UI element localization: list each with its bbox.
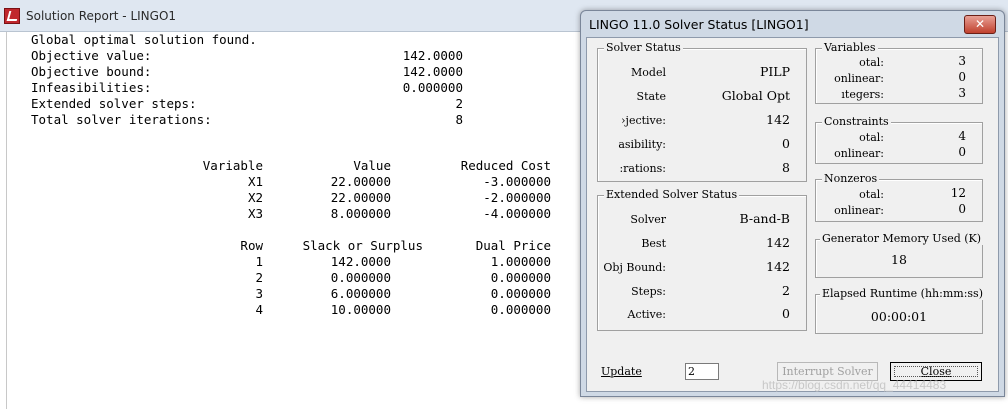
row-dual-price: 1.000000: [490, 254, 551, 269]
extended-label-solver: Solver: [630, 213, 666, 226]
lingo-app-icon: [4, 8, 20, 24]
status-label-infeasibility: asibility:: [618, 138, 666, 151]
extended-value-obj-bound: 142: [766, 259, 790, 274]
generator-memory-group: Generator Memory Used (K) 18: [815, 232, 984, 278]
extended-label-steps: Steps:: [631, 285, 666, 298]
status-value-model: PILP: [759, 64, 790, 79]
variable-reduced-cost: -3.000000: [483, 174, 551, 189]
group-label: Solver Status: [604, 41, 683, 54]
row-dual-price: 0.000000: [490, 270, 551, 285]
variable-name: X1: [247, 174, 263, 189]
dialog-title: LINGO 11.0 Solver Status [LINGO1]: [589, 17, 809, 32]
constraints-label-nonlinear: onlinear:: [834, 147, 884, 160]
nonzeros-value-total: 12: [950, 186, 966, 200]
nonzeros-label-total: otal:: [859, 188, 884, 201]
status-label-iterations: :rations:: [619, 162, 666, 175]
nonzeros-value-nonlinear: 0: [958, 202, 966, 216]
group-label: Variables: [822, 41, 878, 54]
constraints-group: Constraints otal: 4 onlinear: 0: [815, 115, 983, 164]
variables-label-total: otal:: [859, 56, 884, 69]
status-value-infeasibility: 0: [782, 136, 790, 151]
summary-value-objective-value: 142.0000: [402, 48, 463, 63]
watermark-text: https://blog.csdn.net/qq_44414483: [762, 378, 947, 392]
variable-name: X3: [247, 206, 263, 221]
elapsed-runtime-value: 00:00:01: [870, 309, 928, 324]
variables-group: Variables otal: 3 onlinear: 0 ıtegers: 3: [815, 41, 983, 104]
extended-label-obj-bound: Obj Bound:: [603, 261, 666, 274]
constraints-label-total: otal:: [859, 131, 884, 144]
solver-status-dialog[interactable]: LINGO 11.0 Solver Status [LINGO1] ✕ Solv…: [580, 10, 1005, 397]
extended-label-active: Active:: [627, 308, 666, 321]
group-label: Nonzeros: [822, 172, 880, 185]
row-dual-price: 0.000000: [490, 302, 551, 317]
constraints-value-nonlinear: 0: [958, 145, 966, 159]
variables-label-integers: ıtegers:: [841, 88, 884, 101]
extended-value-steps: 2: [782, 283, 790, 298]
row-dual-price: 0.000000: [490, 286, 551, 301]
summary-label-objective-bound: Objective bound:: [31, 64, 152, 79]
variable-value: 22.00000: [330, 174, 391, 189]
summary-label-total-iterations: Total solver iterations:: [31, 112, 212, 127]
variable-table-header-reduced-cost: Reduced Cost: [460, 158, 551, 173]
variable-reduced-cost: -4.000000: [483, 206, 551, 221]
group-label: Elapsed Runtime (hh:mm:ss): [820, 287, 985, 300]
row-table-header-slack: Slack or Surplus: [302, 238, 423, 253]
extended-label-best: Best: [641, 237, 666, 250]
row-number: 4: [255, 302, 263, 317]
variable-table-header-variable: Variable: [202, 158, 263, 173]
extended-value-solver: B-and-B: [739, 211, 790, 226]
group-label: Constraints: [822, 115, 891, 128]
status-value-objective: 142: [766, 112, 790, 127]
row-slack: 10.00000: [330, 302, 391, 317]
nonzeros-group: Nonzeros otal: 12 onlinear: 0: [815, 172, 983, 222]
generator-memory-value: 18: [891, 252, 907, 267]
summary-label-objective-value: Objective value:: [31, 48, 152, 63]
variable-table-header-value: Value: [353, 158, 391, 173]
row-slack: 142.0000: [330, 254, 391, 269]
extended-solver-status-group: Extended Solver Status Solver B-and-B Be…: [597, 188, 807, 331]
summary-label-infeasibilities: Infeasibilities:: [31, 80, 152, 95]
row-number: 2: [255, 270, 263, 285]
row-table-header-dual-price: Dual Price: [475, 238, 551, 253]
solver-status-group: Solver Status Model PILP State Global Op…: [597, 41, 807, 182]
row-table-header-row: Row: [240, 238, 263, 253]
group-label: Generator Memory Used (K): [820, 232, 984, 245]
summary-value-infeasibilities: 0.000000: [402, 80, 463, 95]
elapsed-runtime-group: Elapsed Runtime (hh:mm:ss) 00:00:01: [815, 287, 985, 334]
status-value-state: Global Opt: [721, 88, 790, 103]
close-icon[interactable]: ✕: [964, 15, 996, 34]
update-interval-input[interactable]: 2: [685, 363, 719, 380]
row-slack: 6.000000: [330, 286, 391, 301]
group-label: Extended Solver Status: [604, 188, 740, 201]
row-slack: 0.000000: [330, 270, 391, 285]
variables-value-nonlinear: 0: [958, 70, 966, 84]
status-label-state: State: [636, 90, 666, 103]
summary-value-total-iterations: 8: [455, 112, 463, 127]
variable-value: 22.00000: [330, 190, 391, 205]
extended-value-active: 0: [782, 306, 790, 321]
summary-value-objective-bound: 142.0000: [402, 64, 463, 79]
status-label-objective: ›jective:: [621, 114, 666, 127]
variable-reduced-cost: -2.000000: [483, 190, 551, 205]
variables-value-total: 3: [958, 54, 966, 68]
dialog-client-area: Solver Status Model PILP State Global Op…: [586, 37, 999, 392]
summary-line-status: Global optimal solution found.: [31, 32, 257, 47]
summary-label-extended-steps: Extended solver steps:: [31, 96, 197, 111]
extended-value-best: 142: [766, 235, 790, 250]
variable-name: X2: [247, 190, 263, 205]
report-text-area[interactable]: Global optimal solution found. Objective…: [6, 32, 579, 409]
variables-label-nonlinear: onlinear:: [834, 72, 884, 85]
update-label: Update: [601, 365, 642, 378]
row-number: 3: [255, 286, 263, 301]
constraints-value-total: 4: [958, 129, 966, 143]
row-number: 1: [255, 254, 263, 269]
status-label-model: Model: [631, 66, 666, 79]
nonzeros-label-nonlinear: onlinear:: [834, 204, 884, 217]
report-title: Solution Report - LINGO1: [26, 9, 177, 23]
summary-value-extended-steps: 2: [455, 96, 463, 111]
variables-value-integers: 3: [958, 86, 966, 100]
variable-value: 8.000000: [330, 206, 391, 221]
status-value-iterations: 8: [782, 160, 790, 175]
